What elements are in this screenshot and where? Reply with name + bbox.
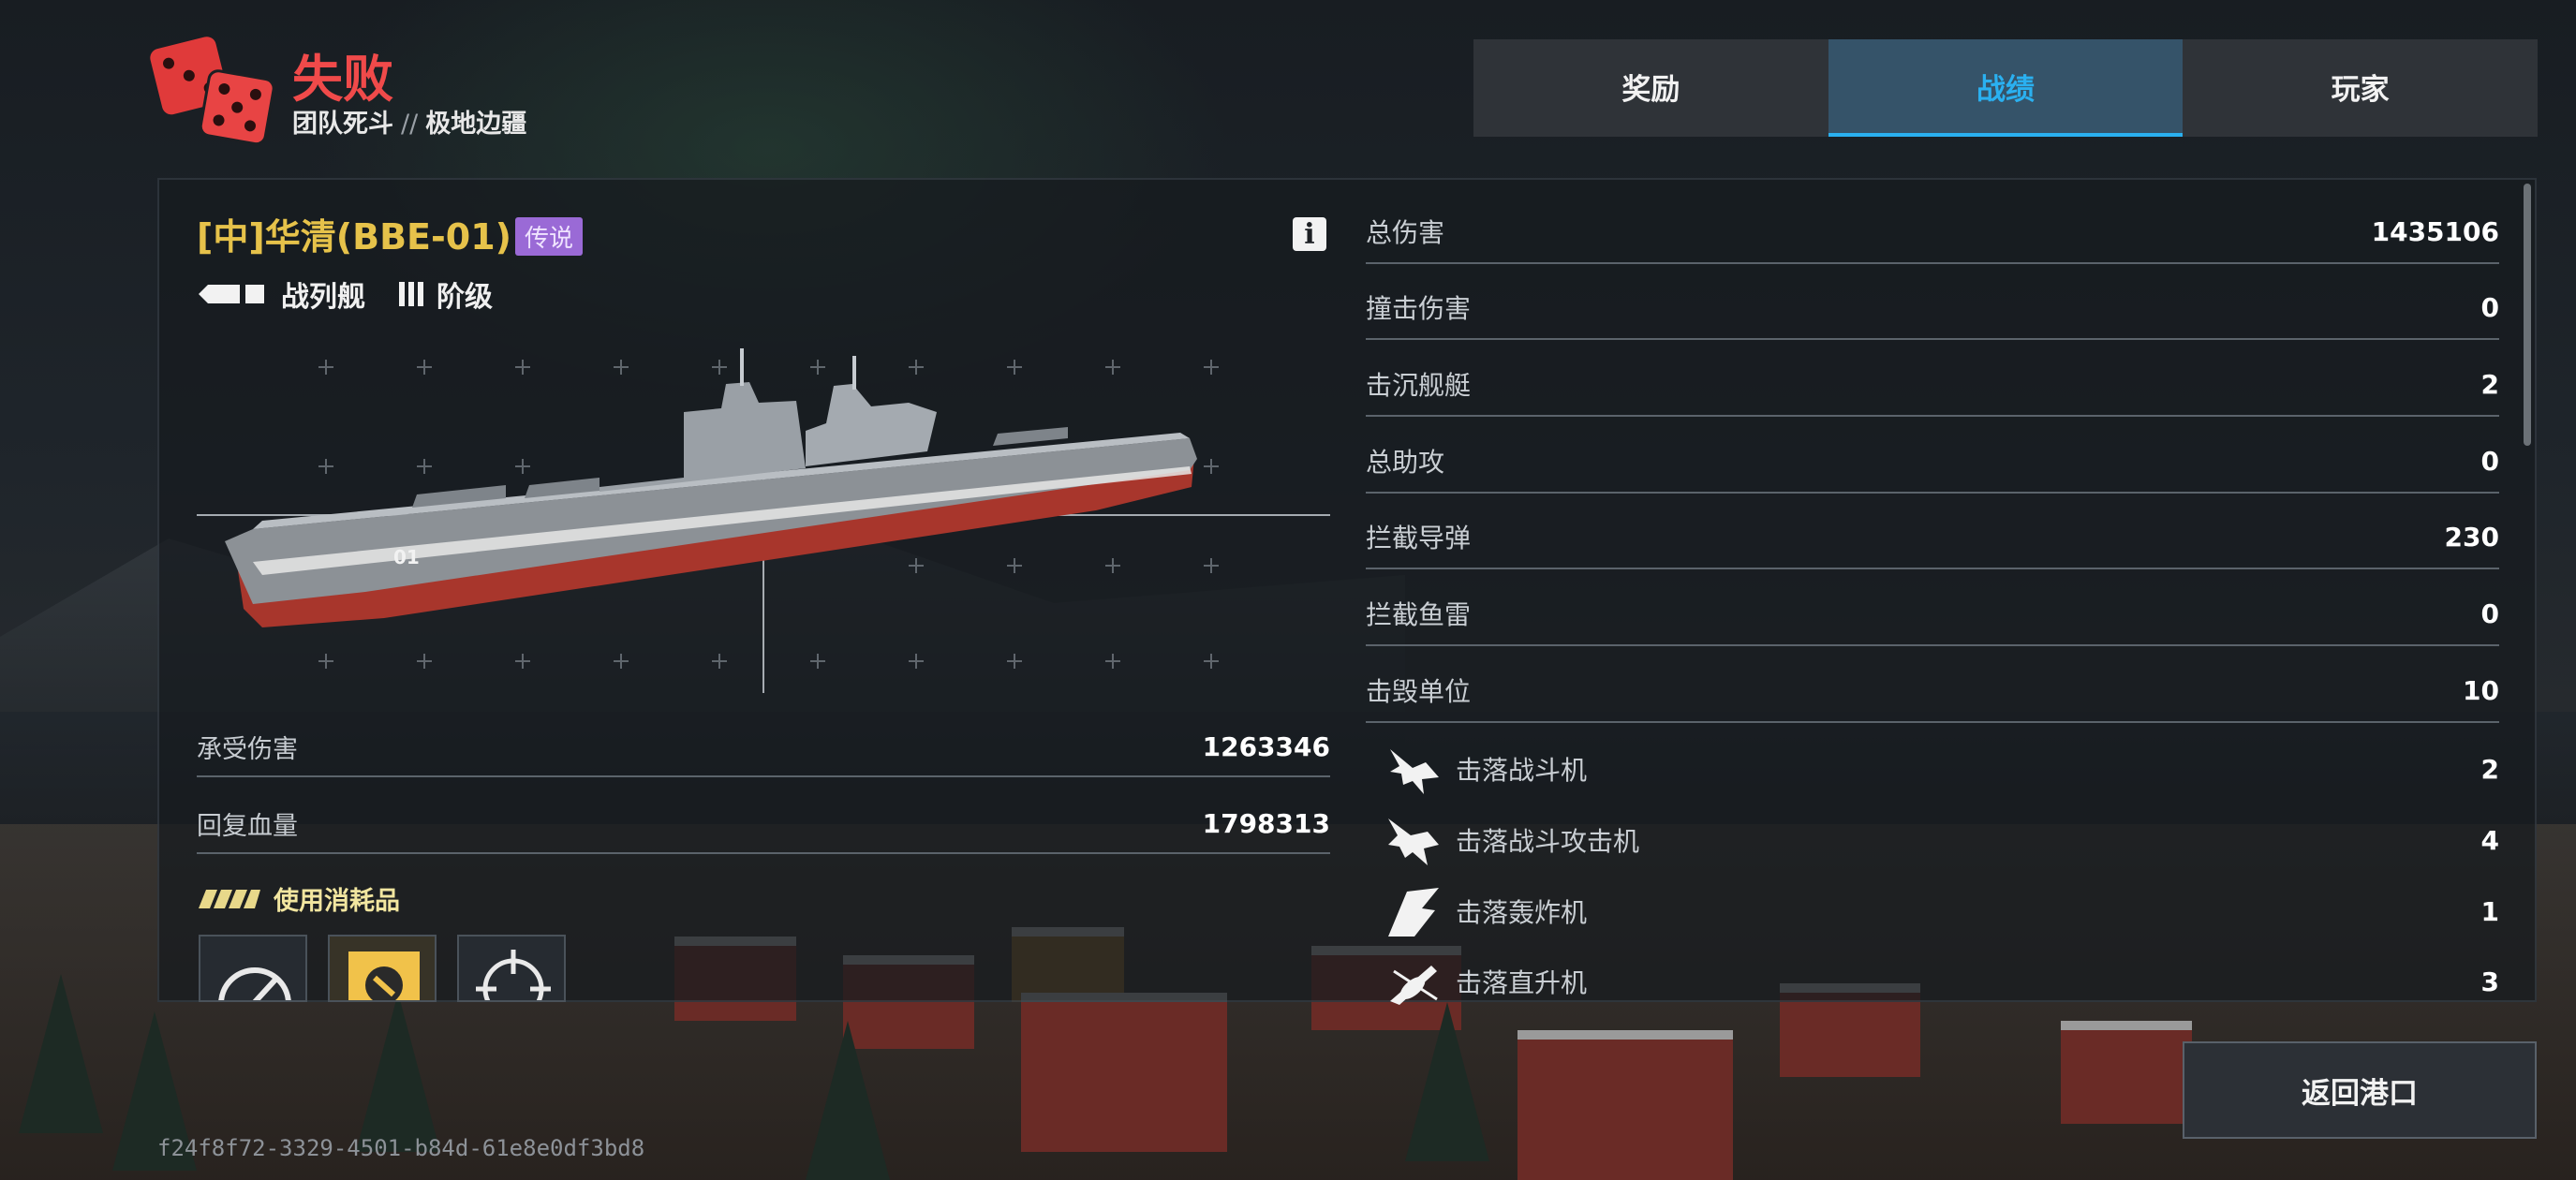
stat-value: 10	[2463, 674, 2499, 706]
stat-label: 总助攻	[1366, 447, 1445, 478]
background-tree	[356, 993, 440, 1152]
map-name: 极地边疆	[425, 110, 527, 139]
match-id: f24f8f72-3329-4501-b84d-61e8e0df3bd8	[157, 1135, 645, 1161]
consumable-slot[interactable]	[199, 935, 307, 1002]
stat-value: 1263346	[1202, 730, 1330, 762]
tab-players[interactable]: 玩家	[2183, 39, 2539, 137]
helicopter-icon	[1390, 966, 1438, 1005]
background-tree	[19, 974, 103, 1133]
ship-type: 战列舰	[281, 281, 365, 314]
stat-row-hp-restored: 回复血量 1798313	[197, 794, 1330, 854]
stat-value: 3	[2480, 966, 2499, 997]
sub-stat-bombers: 击落轰炸机 1	[1384, 878, 2499, 945]
ship-name: [中]华清(BBE-01)	[197, 216, 512, 258]
rarity-badge: 传说	[515, 217, 584, 256]
background-tree	[806, 1021, 890, 1180]
stripe-icon	[199, 889, 260, 908]
consumables-header: 使用消耗品	[199, 880, 400, 917]
consumables-label: 使用消耗品	[274, 887, 400, 916]
attack-jet-icon	[1388, 819, 1439, 865]
ship-type-row: 战列舰 阶级	[199, 273, 493, 315]
separator: //	[401, 110, 419, 139]
stat-label: 总伤害	[1366, 217, 1445, 248]
stat-row-ships-sunk: 击沉舰艇 2	[1366, 353, 2499, 417]
stat-label: 拦截导弹	[1366, 523, 1472, 553]
stat-label: 击沉舰艇	[1366, 370, 1472, 401]
stat-label: 回复血量	[197, 811, 298, 841]
ship-model: 01	[197, 348, 1330, 693]
bomber-icon	[1388, 888, 1439, 937]
consumable-slot[interactable]	[328, 935, 437, 1002]
stat-row-torpedoes-intercepted: 拦截鱼雷 0	[1366, 583, 2499, 646]
result-tabs: 奖励 战绩 玩家	[1473, 39, 2539, 137]
dice-icon	[150, 37, 275, 146]
stat-value: 0	[2480, 597, 2499, 629]
background-house	[2061, 1021, 2192, 1124]
match-mode-map: 团队死斗 //极地边疆	[292, 103, 526, 140]
stat-value: 2	[2480, 753, 2499, 785]
return-to-port-button[interactable]: 返回港口	[2183, 1041, 2537, 1139]
stat-value: 1435106	[2371, 215, 2499, 247]
battleship-render	[225, 348, 1197, 627]
stat-label: 击毁单位	[1366, 676, 1472, 707]
battleship-class-icon	[199, 285, 264, 303]
stat-label: 撞击伤害	[1366, 293, 1472, 324]
ship-tier: 阶级	[437, 281, 493, 314]
stat-label: 击落战斗机	[1456, 755, 1588, 786]
stat-value: 0	[2480, 291, 2499, 323]
stat-label: 击落战斗攻击机	[1456, 826, 1640, 857]
background-house	[1021, 993, 1227, 1152]
stat-row-total-assists: 总助攻 0	[1366, 430, 2499, 494]
hull-number: 01	[393, 546, 420, 568]
stat-label: 承受伤害	[197, 734, 298, 764]
consumable-slot[interactable]	[457, 935, 566, 1002]
stats-scrollbar[interactable]	[2524, 184, 2531, 446]
stat-row-missiles-intercepted: 拦截导弹 230	[1366, 506, 2499, 569]
stat-value: 0	[2480, 445, 2499, 477]
stat-value: 4	[2480, 824, 2499, 856]
stat-value: 1	[2480, 895, 2499, 927]
stat-label: 拦截鱼雷	[1366, 599, 1472, 630]
background-tree	[1405, 1002, 1489, 1161]
stat-row-damage-taken: 承受伤害 1263346	[197, 717, 1330, 777]
stat-value: 2	[2480, 368, 2499, 400]
stat-row-ram-damage: 撞击伤害 0	[1366, 276, 2499, 340]
stat-row-units-destroyed: 击毁单位 10	[1366, 659, 2499, 723]
tier-icon	[399, 282, 423, 306]
info-icon[interactable]: i	[1293, 217, 1326, 251]
repair-icon	[348, 951, 420, 1000]
stat-label: 击落轰炸机	[1456, 897, 1588, 928]
stat-row-total-damage: 总伤害 1435106	[1366, 200, 2499, 264]
match-result: 失败	[292, 50, 393, 109]
game-mode: 团队死斗	[292, 110, 393, 139]
tab-battle-record[interactable]: 战绩	[1828, 39, 2184, 137]
crosshair-icon	[476, 950, 551, 1000]
tab-rewards[interactable]: 奖励	[1473, 39, 1828, 137]
stat-value: 1798313	[1202, 807, 1330, 839]
speed-gauge-icon	[218, 967, 291, 1000]
sub-stat-fighters: 击落战斗机 2	[1384, 735, 2499, 803]
stat-value: 230	[2444, 521, 2499, 553]
fighter-jet-icon	[1390, 749, 1439, 794]
sub-stat-attack-jets: 击落战斗攻击机 4	[1384, 806, 2499, 874]
background-house	[1517, 1030, 1733, 1180]
sub-stat-helicopters: 击落直升机 3	[1384, 948, 2499, 1015]
stat-label: 击落直升机	[1456, 967, 1588, 998]
